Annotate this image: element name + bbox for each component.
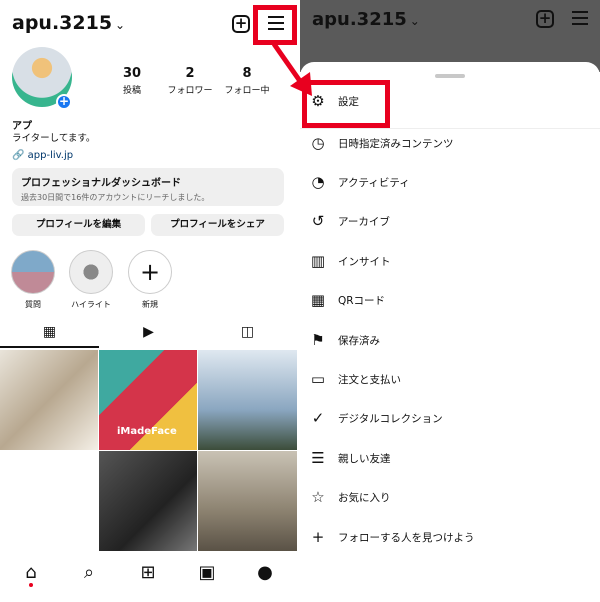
followers-count: 2 — [185, 66, 195, 81]
reels-tab-icon[interactable]: ▶ — [99, 324, 198, 348]
menu-item-favorites[interactable]: ☆ お気に入り — [300, 479, 600, 517]
dashboard-subtitle: 過去30日間で16件のアカウントにリーチしました。 — [21, 193, 210, 202]
posts-label: 投稿 — [122, 86, 141, 96]
notification-dot — [29, 583, 33, 587]
bookmark-icon: ⚑ — [311, 331, 325, 349]
username: apu.3215 — [312, 9, 407, 30]
chevron-down-icon: ⌄ — [115, 18, 126, 32]
menu-item-label: アクティビティ — [338, 177, 410, 189]
highlight-main[interactable]: ハイライト — [68, 250, 114, 310]
menu-item-label: アーカイブ — [338, 216, 390, 228]
grid-tab-icon[interactable]: ▦ — [0, 324, 99, 348]
create-icon[interactable]: ⊞ — [137, 562, 159, 584]
highlight-label: 新規 — [142, 300, 158, 309]
followers-label: フォロワー — [167, 86, 213, 96]
username-switcher: apu.3215 ⌄ — [312, 9, 420, 30]
followers-stat[interactable]: 2 フォロワー — [160, 66, 220, 96]
highlight-question[interactable]: 質問 — [10, 250, 56, 310]
menu-item-activity[interactable]: ◔ アクティビティ — [300, 164, 600, 202]
new-highlight-icon: + — [128, 250, 172, 294]
highlight-label: 質問 — [25, 300, 41, 309]
menu-item-archive[interactable]: ↺ アーカイブ — [300, 203, 600, 241]
grid-post[interactable] — [0, 451, 98, 551]
card-icon: ▭ — [310, 370, 326, 388]
menu-item-digital-collection[interactable]: ✓ デジタルコレクション — [300, 400, 600, 438]
search-icon[interactable]: ⌕ — [78, 562, 100, 584]
highlight-cover — [11, 250, 55, 294]
menu-item-label: QRコード — [338, 295, 386, 307]
home-icon[interactable]: ⌂ — [20, 562, 42, 584]
professional-dashboard[interactable]: プロフェッショナルダッシュボード 過去30日間で16件のアカウントにリーチしまし… — [12, 168, 284, 206]
menu-item-orders[interactable]: ▭ 注文と支払い — [300, 361, 600, 399]
grid-post[interactable] — [0, 350, 98, 450]
bio-link-text: app-liv.jp — [27, 150, 74, 161]
chevron-down-icon: ⌄ — [409, 14, 420, 28]
highlight-label: ハイライト — [71, 300, 111, 309]
grid-post[interactable] — [198, 350, 297, 450]
create-post-icon[interactable]: + — [232, 15, 250, 33]
reels-icon[interactable]: ▣ — [196, 562, 218, 584]
dashboard-title: プロフェッショナルダッシュボード — [21, 178, 181, 189]
menu-item-qr[interactable]: ▦ QRコード — [300, 282, 600, 320]
profile-tabs: ▦ ▶ ◫ — [0, 324, 297, 348]
verified-icon: ✓ — [311, 409, 325, 427]
create-post-icon: + — [536, 10, 554, 28]
posts-stat: 30 投稿 — [102, 66, 162, 96]
menu-sheet: ⚙ 設定 ◷ 日時指定済みコンテンツ ◔ アクティビティ ↺ アーカイブ ▥ インサイト … — [300, 62, 600, 602]
qr-icon: ▦ — [310, 291, 326, 309]
highlight-new[interactable]: + 新規 — [127, 250, 173, 310]
menu-item-scheduled[interactable]: ◷ 日時指定済みコンテンツ — [300, 125, 600, 163]
username: apu.3215 — [12, 12, 113, 34]
menu-item-label: 親しい友達 — [338, 453, 391, 465]
menu-item-discover-people[interactable]: + フォローする人を見つけよう — [300, 519, 600, 557]
bio-text: ライターしてます。 — [12, 133, 96, 144]
bottom-nav: ⌂ ⌕ ⊞ ▣ ● — [0, 554, 297, 602]
sheet-handle[interactable] — [435, 74, 465, 78]
activity-icon: ◔ — [311, 173, 325, 191]
highlight-box-menu — [253, 5, 297, 45]
menu-item-label: お気に入り — [338, 492, 391, 504]
grid-post[interactable] — [99, 451, 197, 551]
menu-item-label: 保存済み — [338, 335, 380, 347]
annotation-arrow-icon — [271, 42, 312, 96]
grid-post[interactable] — [198, 451, 297, 551]
add-person-icon: + — [311, 528, 325, 546]
insights-icon: ▥ — [310, 252, 326, 270]
following-label: フォロー中 — [224, 86, 270, 96]
menu-item-label: フォローする人を見つけよう — [338, 532, 475, 544]
tagged-tab-icon[interactable]: ◫ — [198, 324, 297, 348]
highlight-cover — [69, 250, 113, 294]
star-icon: ☆ — [311, 488, 325, 506]
following-count: 8 — [242, 66, 252, 81]
list-icon: ☰ — [311, 449, 325, 467]
clock-icon: ◷ — [311, 134, 325, 152]
menu-item-close-friends[interactable]: ☰ 親しい友達 — [300, 440, 600, 478]
grid-post-text: iMadeFace — [117, 426, 177, 437]
bio-link[interactable]: 🔗 app-liv.jp — [12, 150, 73, 161]
grid-post[interactable]: iMadeFace — [99, 350, 197, 450]
menu-item-label: インサイト — [338, 256, 391, 268]
link-icon: 🔗 — [12, 150, 25, 161]
username-switcher[interactable]: apu.3215 ⌄ — [12, 12, 125, 34]
menu-item-label: 注文と支払い — [338, 374, 401, 386]
posts-count: 30 — [122, 66, 142, 81]
add-story-icon[interactable]: + — [56, 94, 72, 110]
menu-item-insights[interactable]: ▥ インサイト — [300, 243, 600, 281]
profile-screen: apu.3215 ⌄ + + 30 投稿 2 フォロワー 8 フォロー中 アプ ライター… — [0, 0, 297, 602]
profile-icon[interactable]: ● — [254, 562, 276, 584]
menu-item-label: デジタルコレクション — [338, 413, 443, 425]
menu-screen: apu.3215 ⌄ + ⚙ 設定 ◷ 日時指定済みコンテンツ ◔ アクティビティ ↺ ア… — [300, 0, 600, 602]
menu-item-label: 日時指定済みコンテンツ — [338, 138, 454, 150]
hamburger-menu-icon — [572, 11, 588, 29]
following-stat[interactable]: 8 フォロー中 — [217, 66, 277, 96]
edit-profile-button[interactable]: プロフィールを編集 — [12, 214, 145, 236]
archive-icon: ↺ — [311, 212, 325, 230]
menu-item-saved[interactable]: ⚑ 保存済み — [300, 322, 600, 360]
share-profile-button[interactable]: プロフィールをシェア — [151, 214, 284, 236]
